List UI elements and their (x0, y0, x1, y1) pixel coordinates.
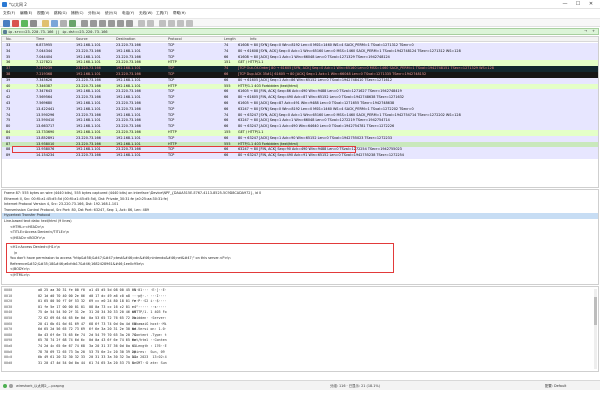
last-packet-icon[interactable] (126, 20, 133, 27)
autoscroll-icon[interactable] (138, 20, 145, 27)
hex-hex: 31 20 47 4d 54 0d 0a 44 61 74 65 3a 20 5… (38, 360, 136, 365)
close-file-icon[interactable] (60, 20, 67, 27)
add-filter-button[interactable]: + (592, 29, 595, 34)
go-to-packet-icon[interactable] (108, 20, 115, 27)
display-filter-bar[interactable]: ip.src==23.220.73.166 || ip.dst==23.220.… (1, 28, 599, 35)
column-header-length[interactable]: Length (224, 37, 236, 42)
bytes-scrollbar[interactable] (594, 289, 597, 369)
packet-cell-info: 80 → 63247 [FIN, ACK] Seq=490 Ack=91 Win… (238, 153, 404, 158)
scrollbar-thumb[interactable] (594, 297, 597, 325)
status-file-name: wireshark_以太网2_...pcapng (16, 384, 64, 388)
zoom-out-icon[interactable] (168, 20, 175, 27)
menu-analyze[interactable]: 分析(A) (88, 11, 100, 16)
expert-info-icon[interactable] (9, 384, 13, 388)
column-header-source[interactable]: Source (76, 37, 88, 42)
column-header-no[interactable]: No. (6, 37, 12, 42)
detail-html-line[interactable]: </HTML>\n (10, 273, 30, 279)
column-header-protocol[interactable]: Protocol (168, 37, 182, 42)
packet-cell-len: 66 (224, 153, 229, 158)
colorize-icon[interactable] (147, 20, 154, 27)
display-filter-input[interactable]: ip.src==23.220.73.166 || ip.dst==23.220.… (8, 30, 108, 35)
first-packet-icon[interactable] (117, 20, 124, 27)
menu-capture[interactable]: 捕获(C) (71, 11, 84, 16)
menu-view[interactable]: 视图(V) (37, 11, 49, 16)
detail-http[interactable]: Hypertext Transfer Protocol (2, 213, 598, 219)
bookmark-icon[interactable] (3, 30, 7, 34)
menu-telephony[interactable]: 电话(Y) (122, 11, 134, 16)
packet-cell-time: 14.154234 (36, 153, 55, 158)
status-profile[interactable]: 配置: Default (545, 384, 566, 388)
search-icon[interactable] (81, 20, 88, 27)
save-file-icon[interactable] (51, 20, 58, 27)
menu-edit[interactable]: 编辑(E) (20, 11, 32, 16)
capture-options-icon[interactable] (30, 20, 37, 27)
column-header-info[interactable]: Info (250, 37, 256, 42)
window-title: *以太网 2 (9, 2, 27, 7)
column-header-time[interactable]: Time (36, 37, 44, 42)
reload-icon[interactable] (69, 20, 76, 27)
ready-status-icon[interactable] (3, 384, 7, 388)
packet-cell-dst: 192.168.1.101 (116, 153, 141, 158)
packet-cell-proto: TCP (168, 153, 175, 158)
packet-list-pane: No. Time Source Destination Protocol Len… (1, 36, 599, 188)
normal-size-icon[interactable] (177, 20, 184, 27)
column-header-destination[interactable]: Destination (116, 37, 135, 42)
resize-columns-icon[interactable] (186, 20, 193, 27)
start-capture-icon[interactable] (3, 20, 10, 27)
menu-file[interactable]: 文件(F) (3, 11, 15, 16)
detail-html-line[interactable]: </HEAD><BODY>\n (10, 236, 45, 242)
maximize-button[interactable]: ☐ (573, 1, 583, 8)
hex-off: 00d0 (4, 360, 13, 365)
menu-wireless[interactable]: 无线(W) (139, 11, 153, 16)
open-file-icon[interactable] (42, 20, 49, 27)
main-toolbar (0, 18, 600, 27)
wireshark-app-icon (2, 2, 7, 7)
highlight-box-response-body (6, 243, 394, 273)
packet-row[interactable]: 89 14.154234 23.220.73.166 192.168.1.101 TCP… (2, 153, 598, 159)
status-bar: wireshark_以太网2_...pcapng 分组: 116 · 已显示: … (0, 380, 600, 390)
title-bar: *以太网 2 — ☐ ✕ (0, 0, 600, 9)
zoom-in-icon[interactable] (159, 20, 166, 27)
menu-help[interactable]: 帮助(H) (173, 11, 186, 16)
menu-go[interactable]: 跳转(G) (54, 11, 67, 16)
packet-cell-src: 23.220.73.166 (76, 153, 101, 158)
go-back-icon[interactable] (90, 20, 97, 27)
restart-capture-icon[interactable] (21, 20, 28, 27)
packet-details-pane: Frame 87: 555 bytes on wire (4440 bits),… (1, 189, 599, 285)
stop-capture-icon[interactable] (12, 20, 19, 27)
status-packet-count: 分组: 116 · 已显示: 21 (18.1%) (330, 384, 380, 388)
menu-bar: 文件(F) 编辑(E) 视图(V) 跳转(G) 捕获(C) 分析(A) 统计(S… (0, 10, 600, 17)
apply-filter-arrow-icon[interactable]: → (584, 29, 587, 34)
highlight-box-packet (12, 146, 356, 153)
hex-asc: 1 GMT··D ate: Sun (132, 360, 167, 365)
packet-cell-no: 89 (6, 153, 11, 158)
menu-tools[interactable]: 工具(T) (156, 11, 168, 16)
packet-bytes-pane: 0000 a0 25 aa 30 31 fe 00 f0 a1 45 d5 5d … (1, 286, 599, 372)
packet-list-header: No. Time Source Destination Protocol Len… (2, 37, 598, 42)
minimize-button[interactable]: — (560, 1, 570, 8)
go-forward-icon[interactable] (99, 20, 106, 27)
close-button[interactable]: ✕ (586, 1, 596, 8)
menu-statistics[interactable]: 统计(S) (105, 11, 117, 16)
